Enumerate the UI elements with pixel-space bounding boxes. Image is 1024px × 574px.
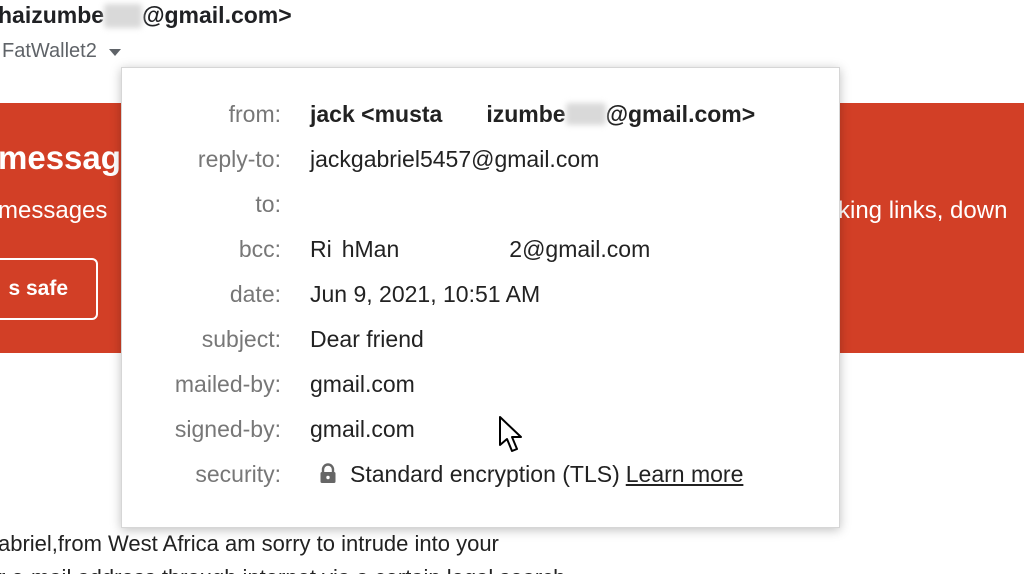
- detail-row-subject: subject: Dear friend: [122, 324, 841, 354]
- looks-safe-button-label: s safe: [8, 277, 68, 300]
- subject-value: Dear friend: [310, 325, 424, 352]
- banner-text-continued: king links, down: [838, 197, 1008, 224]
- recipient-line: FatWallet2: [2, 40, 121, 63]
- detail-row-bcc: bcc: Ri hMan 2@gmail.com: [122, 234, 841, 264]
- from-label: from:: [228, 100, 281, 127]
- mailed-by-label: mailed-by:: [174, 370, 281, 397]
- detail-row-signed-by: signed-by: gmail.com: [122, 414, 841, 444]
- message-details-popup: from: jack <musta izumbe @gmail.com> rep…: [121, 67, 840, 528]
- redacted-block: [565, 103, 606, 125]
- show-details-caret-icon[interactable]: [108, 49, 121, 56]
- signed-by-value: gmail.com: [310, 415, 415, 442]
- bcc-value-part: hMan: [341, 235, 400, 262]
- looks-safe-button[interactable]: s safe: [0, 258, 98, 320]
- security-label: security:: [195, 460, 281, 487]
- redacted-gap: [332, 238, 342, 260]
- email-view: haizumbe @gmail.com> FatWallet2 messag m…: [0, 0, 1024, 574]
- detail-row-from: from: jack <musta izumbe @gmail.com>: [122, 99, 841, 129]
- sender-prefix: haizumbe: [0, 2, 105, 28]
- detail-row-date: date: Jun 9, 2021, 10:51 AM: [122, 279, 841, 309]
- banner-title: messag: [0, 139, 121, 176]
- bcc-value-part: 2@gmail.com: [509, 235, 651, 262]
- mailed-by-value: gmail.com: [310, 370, 415, 397]
- detail-row-mailed-by: mailed-by: gmail.com: [122, 369, 841, 399]
- learn-more-link[interactable]: Learn more: [626, 461, 744, 488]
- email-body-line: abriel,from West Africa am sorry to intr…: [0, 531, 499, 556]
- from-value-part: izumbe: [486, 100, 566, 127]
- bcc-value-part: Ri: [310, 235, 332, 262]
- redacted-gap: [399, 238, 509, 260]
- sender-address: haizumbe @gmail.com>: [0, 2, 292, 29]
- to-label: to:: [255, 190, 281, 217]
- detail-row-security: security: Standard encryption (TLS) Lear…: [122, 459, 841, 489]
- from-value-part: @gmail.com>: [605, 100, 756, 127]
- bcc-value: Ri hMan 2@gmail.com: [310, 236, 650, 263]
- from-value: jack <musta izumbe @gmail.com>: [310, 101, 755, 128]
- recipient-label: FatWallet2: [2, 40, 97, 62]
- detail-row-reply-to: reply-to: jackgabriel5457@gmail.com: [122, 144, 841, 174]
- signed-by-label: signed-by:: [174, 415, 281, 442]
- redacted-gap: [442, 103, 486, 125]
- security-value: Standard encryption (TLS): [350, 460, 620, 487]
- bcc-label: bcc:: [238, 235, 281, 262]
- date-label: date:: [229, 280, 281, 307]
- reply-to-label: reply-to:: [197, 145, 281, 172]
- reply-to-value: jackgabriel5457@gmail.com: [310, 145, 600, 172]
- from-value-part: jack <musta: [310, 100, 443, 127]
- date-value: Jun 9, 2021, 10:51 AM: [310, 280, 541, 307]
- banner-text: messages: [0, 197, 108, 224]
- security-value-group: Standard encryption (TLS) Learn more: [310, 461, 743, 488]
- detail-row-to: to:: [122, 189, 841, 219]
- subject-label: subject:: [201, 325, 281, 352]
- email-body-line: r e-mail address through internet via a …: [0, 565, 565, 574]
- sender-suffix: @gmail.com>: [142, 2, 292, 28]
- redacted-block: [104, 3, 143, 28]
- lock-icon: [318, 463, 338, 485]
